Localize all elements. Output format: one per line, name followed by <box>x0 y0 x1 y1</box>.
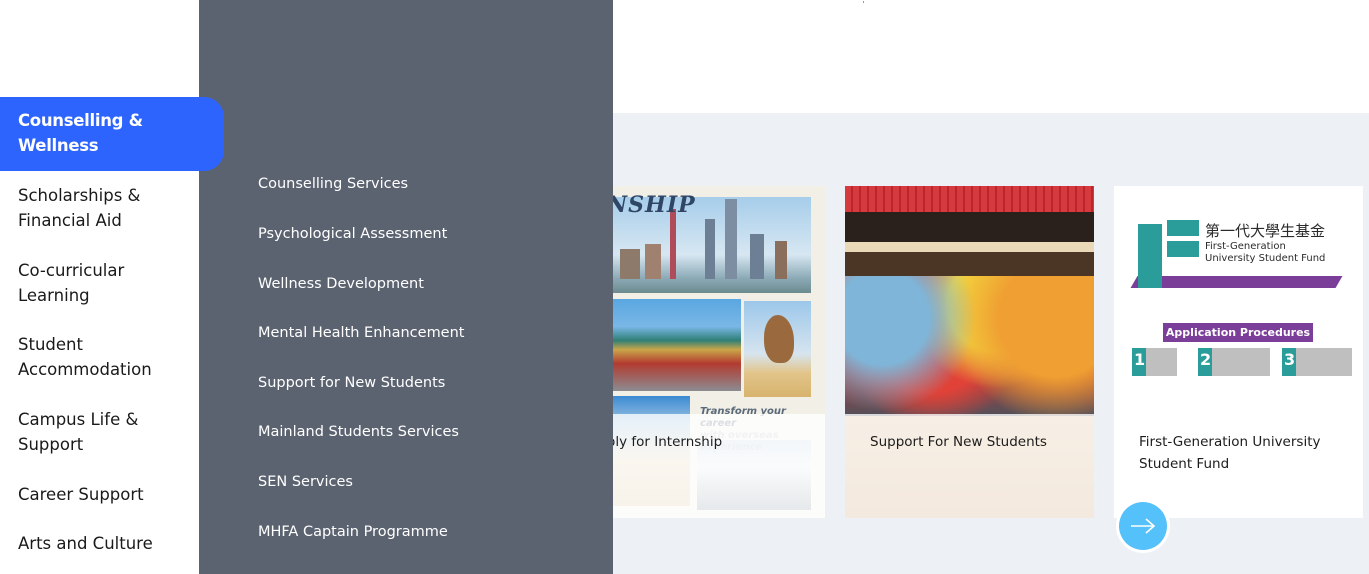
main-nav: Scholarships & Financial Aid Co-curricul… <box>0 0 199 574</box>
card-label: First-Generation University Student Fund <box>1139 434 1321 472</box>
nav-item-arts-culture[interactable]: Arts and Culture <box>18 531 198 556</box>
submenu-mhfa-captain[interactable]: MHFA Captain Programme <box>258 523 448 541</box>
nav-item-accommodation[interactable]: Student Accommodation <box>18 332 198 382</box>
fgf-title-english: First-Generation University Student Fund <box>1205 241 1325 265</box>
fgf-step-number: 3 <box>1284 350 1296 369</box>
nav-item-label: Counselling & Wellness <box>18 111 143 155</box>
submenu-mental-health[interactable]: Mental Health Enhancement <box>258 324 464 342</box>
palace-photo <box>610 299 741 391</box>
fgf-step: 3 <box>1282 348 1352 376</box>
arrow-right-icon <box>1131 518 1156 534</box>
fgf-title-line-2: University Student Fund <box>1205 253 1326 264</box>
submenu-panel: Counselling Services Psychological Asses… <box>199 0 613 574</box>
fgf-step: 2 <box>1198 348 1270 376</box>
card-first-generation-fund[interactable]: 第一代大學生基金 First-Generation University Stu… <box>1114 186 1363 518</box>
next-button-circle <box>1119 502 1167 550</box>
card-support-for-new-students[interactable]: Support For New Students <box>845 186 1094 518</box>
nav-item-campus-life[interactable]: Campus Life & Support <box>18 407 198 457</box>
nav-item-scholarships[interactable]: Scholarships & Financial Aid <box>18 183 198 233</box>
rock-formation-photo <box>744 301 811 397</box>
card-label-overlay <box>845 414 1094 518</box>
fgf-step: 1 <box>1132 348 1177 376</box>
decorative-dot <box>863 1 864 3</box>
submenu-wellness-development[interactable]: Wellness Development <box>258 275 424 293</box>
card-label: Apply for Internship <box>589 434 723 450</box>
nav-item-co-curricular[interactable]: Co-curricular Learning <box>18 258 198 308</box>
fgf-step-number: 2 <box>1200 350 1212 369</box>
card-label: Support For New Students <box>870 434 1047 450</box>
fgf-logo-bar <box>1167 220 1199 236</box>
fgf-procedures-title: Application Procedures <box>1163 323 1313 342</box>
submenu-counselling-services[interactable]: Counselling Services <box>258 175 408 193</box>
fgf-logo-bar <box>1167 241 1199 257</box>
submenu-mainland-students[interactable]: Mainland Students Services <box>258 423 459 441</box>
submenu-sen-services[interactable]: SEN Services <box>258 473 353 491</box>
next-slide-button[interactable] <box>1116 499 1170 553</box>
fgf-step-number: 1 <box>1134 350 1146 369</box>
submenu-new-students[interactable]: Support for New Students <box>258 374 445 392</box>
fgf-title-line-1: First-Generation <box>1205 241 1286 252</box>
fgf-title-chinese: 第一代大學生基金 <box>1205 222 1326 240</box>
submenu-psychological-assessment[interactable]: Psychological Assessment <box>258 225 447 243</box>
fgf-logo-one <box>1138 224 1162 288</box>
nav-item-career-support[interactable]: Career Support <box>18 482 198 507</box>
fgf-logo-road <box>1130 276 1343 288</box>
nav-item-counselling-wellness[interactable]: Counselling & Wellness <box>0 97 224 171</box>
